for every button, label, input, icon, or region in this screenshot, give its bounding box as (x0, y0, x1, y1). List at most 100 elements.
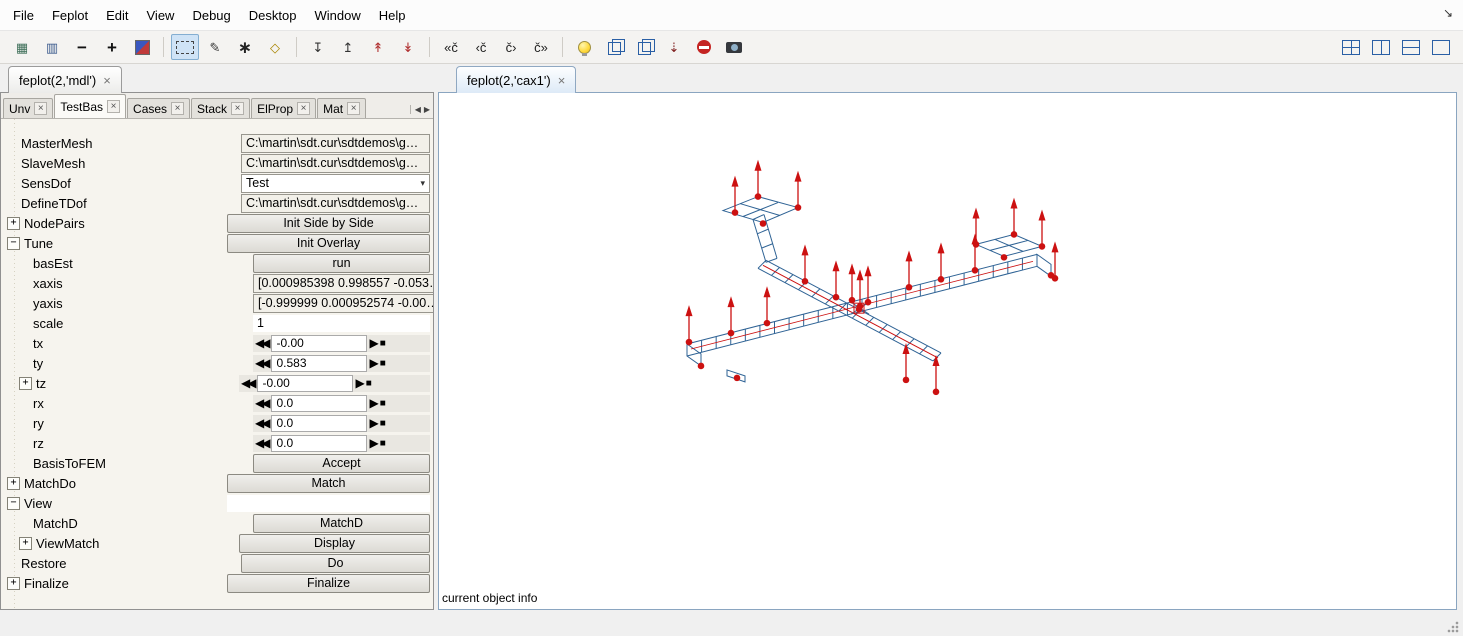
dock-arrow-icon[interactable]: ↘ (1443, 6, 1453, 20)
subtab-close-icon[interactable]: × (297, 102, 310, 115)
slider-value[interactable]: -0.00 (257, 375, 353, 392)
button-matchdo[interactable]: Match (227, 474, 430, 493)
dropdown-sensdof[interactable]: Test▾ (241, 174, 430, 193)
slider-increment-icon[interactable]: ▶ (369, 416, 378, 430)
pick-elem-icon[interactable]: ◇ (261, 34, 289, 60)
button-restore[interactable]: Do (241, 554, 430, 573)
tab-feplot-mdl[interactable]: feplot(2,'mdl') × (8, 66, 122, 93)
value-field-slavemesh[interactable]: C:\martin\sdt.cur\sdtdemos\g… (241, 154, 430, 173)
slider-decrement-icon[interactable]: ◀◀ (241, 376, 253, 390)
expand-icon[interactable]: + (19, 377, 32, 390)
pick-line-icon[interactable]: ✎ (201, 34, 229, 60)
layout-rows-icon[interactable] (1397, 34, 1425, 60)
channel-next-icon[interactable]: č› (497, 34, 525, 60)
slider-value[interactable]: 0.0 (271, 415, 367, 432)
slider-stop-icon[interactable]: ■ (366, 378, 372, 389)
subtab-close-icon[interactable]: × (231, 102, 244, 115)
plot-canvas[interactable]: current object info (438, 92, 1457, 610)
slider-stop-icon[interactable]: ■ (380, 438, 386, 449)
slider-decrement-icon[interactable]: ◀◀ (255, 416, 267, 430)
channel-prev-icon[interactable]: ‹č (467, 34, 495, 60)
resize-grip[interactable] (1446, 619, 1460, 633)
expand-icon[interactable]: + (7, 477, 20, 490)
value-field-mastermesh[interactable]: C:\martin\sdt.cur\sdtdemos\g… (241, 134, 430, 153)
menu-desktop[interactable]: Desktop (240, 3, 306, 28)
slider-increment-icon[interactable]: ▶ (369, 336, 378, 350)
pick-node-icon[interactable]: ∗ (231, 34, 259, 60)
expand-icon[interactable]: + (7, 577, 20, 590)
align-top-icon[interactable]: ↥ (334, 34, 362, 60)
close-icon[interactable]: × (103, 74, 111, 87)
value-field-definetdof[interactable]: C:\martin\sdt.cur\sdtdemos\g… (241, 194, 430, 213)
menu-edit[interactable]: Edit (97, 3, 137, 28)
model-properties-icon[interactable]: ▥ (38, 34, 66, 60)
button-matchd[interactable]: MatchD (253, 514, 430, 533)
channel-last-icon[interactable]: č» (527, 34, 555, 60)
expand-icon[interactable]: + (7, 217, 20, 230)
subtab-close-icon[interactable]: × (347, 102, 360, 115)
value-field-yaxis[interactable]: [-0.999999 0.000952574 -0.00… (253, 294, 433, 313)
close-icon[interactable]: × (558, 74, 566, 87)
slider-increment-icon[interactable]: ▶ (369, 436, 378, 450)
slider-decrement-icon[interactable]: ◀◀ (255, 396, 267, 410)
tip-of-day-icon[interactable] (570, 34, 598, 60)
sensor-hide-icon[interactable]: ↡ (394, 34, 422, 60)
new-figure-icon[interactable]: ▦ (8, 34, 36, 60)
subtab-scroll-left-icon[interactable]: ◀ (415, 105, 421, 114)
button-basistofem[interactable]: Accept (253, 454, 430, 473)
button-viewmatch[interactable]: Display (239, 534, 430, 553)
dof-select-icon[interactable]: ⇣ (660, 34, 688, 60)
feplot-cube-icon[interactable] (600, 34, 628, 60)
slider-stop-icon[interactable]: ■ (380, 398, 386, 409)
menu-help[interactable]: Help (370, 3, 415, 28)
menu-feplot[interactable]: Feplot (43, 3, 97, 28)
iiplot-cube-icon[interactable] (630, 34, 658, 60)
stop-icon[interactable] (690, 34, 718, 60)
subtab-close-icon[interactable]: × (107, 100, 120, 113)
sensor-show-icon[interactable]: ↟ (364, 34, 392, 60)
collapse-icon[interactable]: − (7, 497, 20, 510)
collapse-icon[interactable]: − (7, 237, 20, 250)
slider-stop-icon[interactable]: ■ (380, 418, 386, 429)
zoom-out-icon[interactable]: − (68, 34, 96, 60)
subtab-mat[interactable]: Mat× (317, 98, 366, 118)
slider-value[interactable]: -0.00 (271, 335, 367, 352)
slider-increment-icon[interactable]: ▶ (369, 356, 378, 370)
menu-file[interactable]: File (4, 3, 43, 28)
button-tune[interactable]: Init Overlay (227, 234, 430, 253)
slider-stop-icon[interactable]: ■ (380, 358, 386, 369)
slider-decrement-icon[interactable]: ◀◀ (255, 336, 267, 350)
subtab-close-icon[interactable]: × (34, 102, 47, 115)
tab-feplot-cax1[interactable]: feplot(2,'cax1') × (456, 66, 576, 93)
menu-window[interactable]: Window (305, 3, 369, 28)
slider-value[interactable]: 0.0 (271, 435, 367, 452)
subtab-scroll-right-icon[interactable]: ▶ (424, 105, 430, 114)
slider-value[interactable]: 0.0 (271, 395, 367, 412)
button-finalize[interactable]: Finalize (227, 574, 430, 593)
subtab-stack[interactable]: Stack× (191, 98, 250, 118)
slider-value[interactable]: 0.583 (271, 355, 367, 372)
subtab-unv[interactable]: Unv× (3, 98, 53, 118)
slider-stop-icon[interactable]: ■ (380, 338, 386, 349)
slider-increment-icon[interactable]: ▶ (355, 376, 364, 390)
menu-view[interactable]: View (138, 3, 184, 28)
button-basest[interactable]: run (253, 254, 430, 273)
slider-increment-icon[interactable]: ▶ (369, 396, 378, 410)
slider-decrement-icon[interactable]: ◀◀ (255, 436, 267, 450)
subtab-testbas[interactable]: TestBas× (54, 94, 126, 118)
align-bottom-icon[interactable]: ↧ (304, 34, 332, 60)
channel-first-icon[interactable]: «č (437, 34, 465, 60)
menu-debug[interactable]: Debug (183, 3, 239, 28)
snapshot-icon[interactable] (720, 34, 748, 60)
rect-select-icon[interactable] (171, 34, 199, 60)
layout-columns-icon[interactable] (1367, 34, 1395, 60)
button-nodepairs[interactable]: Init Side by Side (227, 214, 430, 233)
value-field-xaxis[interactable]: [0.000985398 0.998557 -0.053… (253, 274, 433, 293)
zoom-in-icon[interactable]: + (98, 34, 126, 60)
subtab-close-icon[interactable]: × (171, 102, 184, 115)
subtab-cases[interactable]: Cases× (127, 98, 190, 118)
colordata-icon[interactable] (128, 34, 156, 60)
subtab-elprop[interactable]: ElProp× (251, 98, 316, 118)
layout-single-icon[interactable] (1427, 34, 1455, 60)
expand-icon[interactable]: + (19, 537, 32, 550)
